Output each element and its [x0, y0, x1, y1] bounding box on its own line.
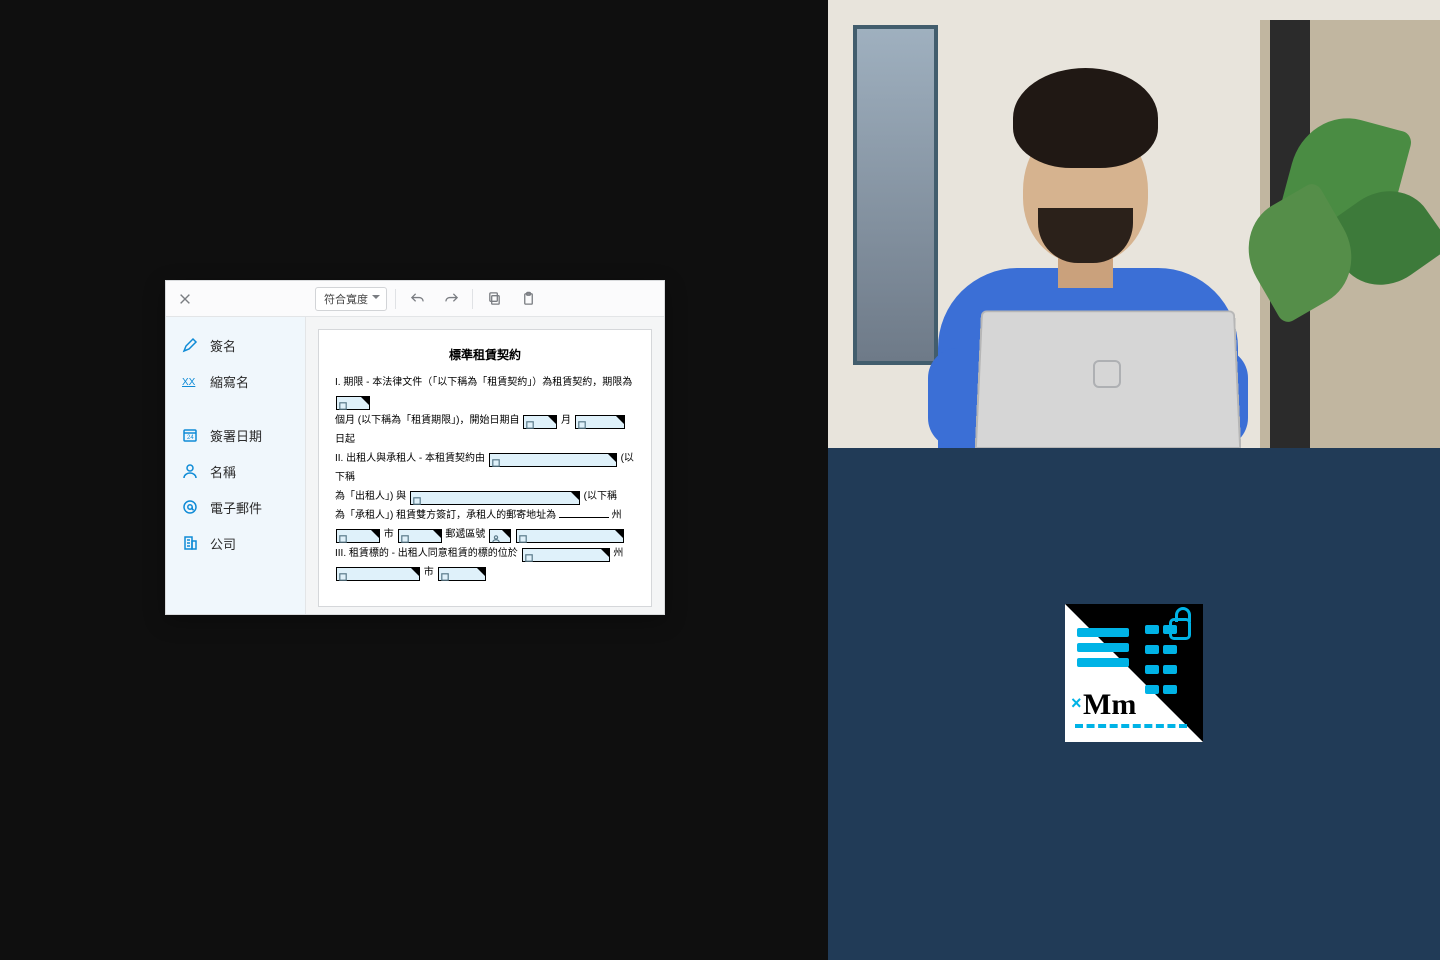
hero-photo: [828, 0, 1440, 448]
undo-icon: [410, 291, 425, 306]
field-slot-term-months[interactable]: [336, 396, 370, 410]
field-slot-landlord[interactable]: [489, 453, 617, 467]
field-label: 電子郵件: [210, 498, 262, 517]
document-page: 標準租賃契約 I. 期限 - 本法律文件（「以下稱為「租賃契約」）為租賃契約，期…: [318, 329, 652, 607]
doc-line-5: 為「承租人」) 租賃雙方簽訂，承租人的郵寄地址為 州: [335, 506, 635, 525]
field-slot-zip[interactable]: [516, 529, 624, 543]
copy-button[interactable]: [481, 286, 507, 312]
field-slot-city[interactable]: [336, 529, 380, 543]
doc-line-2: 個月 (以下稱為「租賃期限」)，開始日期自 月 日起: [335, 411, 635, 449]
field-initials[interactable]: XX 縮寫名: [166, 363, 305, 399]
svg-text:24: 24: [187, 435, 194, 441]
doc-line-6: 市 郵遞區號: [335, 525, 635, 544]
field-label: 簽名: [210, 336, 236, 355]
pen-icon: [180, 335, 200, 355]
field-name[interactable]: 名稱: [166, 453, 305, 489]
doc-line-3: II. 出租人與承租人 - 本租賃契約由 (以下稱: [335, 449, 635, 487]
field-label: 名稱: [210, 462, 236, 481]
close-icon: [178, 292, 192, 306]
doc-line-7: III. 租賃標的 - 出租人同意租賃的標的位於 州: [335, 544, 635, 563]
field-label: 公司: [210, 534, 236, 553]
document-canvas[interactable]: 標準租賃契約 I. 期限 - 本法律文件（「以下稱為「租賃契約」）為租賃契約，期…: [306, 317, 664, 614]
doc-line-8: 市: [335, 563, 635, 582]
field-slot-property-extra[interactable]: [438, 567, 486, 581]
close-button[interactable]: [176, 292, 194, 306]
x-mark-icon: ×: [1071, 693, 1082, 714]
field-label: 縮寫名: [210, 372, 249, 391]
field-slot-property-city[interactable]: [336, 567, 420, 581]
clipboard-icon: [521, 291, 536, 306]
date-icon: 24: [180, 425, 200, 445]
field-slot-zip-name[interactable]: [489, 529, 511, 543]
doc-line-1: I. 期限 - 本法律文件（「以下稱為「租賃契約」）為租賃契約，期限為: [335, 373, 635, 411]
initials-icon: XX: [180, 371, 200, 391]
zoom-select[interactable]: 符合寬度: [315, 287, 387, 311]
person-icon: [180, 461, 200, 481]
at-icon: [180, 497, 200, 517]
field-slot-district[interactable]: [398, 529, 442, 543]
editor-window: 符合寬度 簽名 XX: [165, 280, 665, 615]
undo-button[interactable]: [404, 286, 430, 312]
esign-promo-icon: × Mm: [1065, 604, 1203, 742]
signature-scribble-icon: Mm: [1083, 688, 1136, 722]
field-slot-start-month[interactable]: [523, 415, 557, 429]
field-label: 簽署日期: [210, 426, 262, 445]
field-date[interactable]: 24 簽署日期: [166, 417, 305, 453]
redo-icon: [444, 291, 459, 306]
field-slot-start-day[interactable]: [575, 415, 625, 429]
field-email[interactable]: 電子郵件: [166, 489, 305, 525]
doc-line-4: 為「出租人」) 與 (以下稱: [335, 487, 635, 506]
field-company[interactable]: 公司: [166, 525, 305, 561]
hero-column: × Mm: [828, 0, 1440, 960]
field-palette: 簽名 XX 縮寫名 24 簽署日期 名稱: [166, 317, 306, 614]
copy-icon: [487, 291, 502, 306]
hero-lower-panel: × Mm: [828, 448, 1440, 960]
field-slot-tenant[interactable]: [410, 491, 580, 505]
editor-toolbar: 符合寬度: [166, 281, 664, 317]
document-title: 標準租賃契約: [335, 344, 635, 367]
field-signature[interactable]: 簽名: [166, 327, 305, 363]
company-icon: [180, 533, 200, 553]
redo-button[interactable]: [438, 286, 464, 312]
blank-state: [559, 508, 609, 518]
svg-text:XX: XX: [182, 377, 196, 388]
paste-button[interactable]: [515, 286, 541, 312]
field-slot-property-state[interactable]: [522, 548, 610, 562]
